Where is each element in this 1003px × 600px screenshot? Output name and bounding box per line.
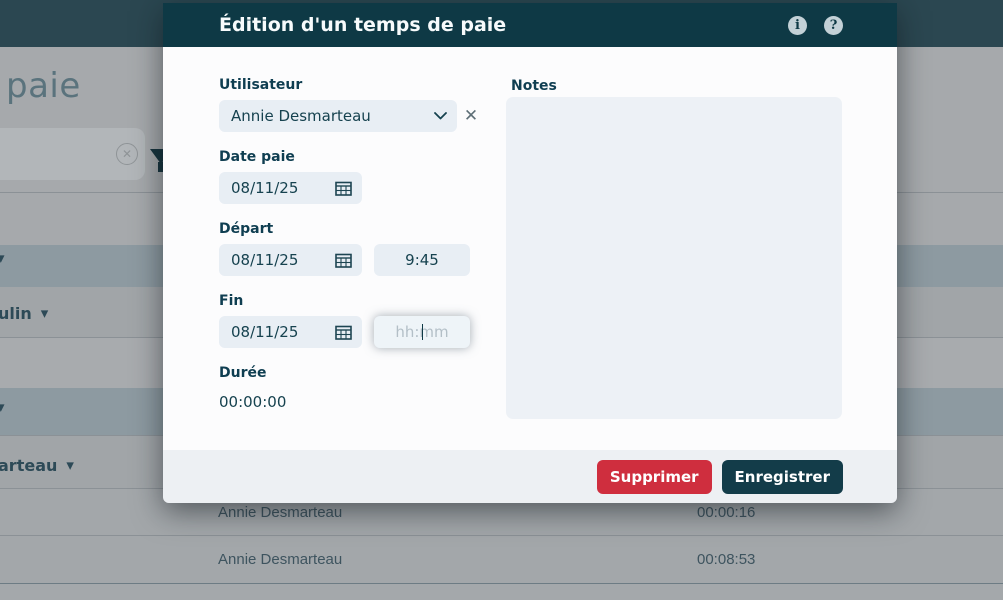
group-name-label: ulin [0,304,32,323]
dialog-body: Utilisateur Annie Desmarteau ✕ Date paie… [163,47,897,450]
text-cursor [422,324,423,340]
start-time-input[interactable]: 9:45 [374,244,470,276]
chevron-down-icon [434,112,447,120]
start-date-value: 08/11/25 [231,251,298,269]
start-label: Départ [219,221,273,237]
notes-label: Notes [511,78,557,94]
notes-textarea[interactable] [506,97,842,419]
caret-down-icon[interactable]: ▾ [66,458,74,473]
start-time-value: 9:45 [405,251,439,269]
row-duration: 00:00:16 [697,504,755,521]
table-row[interactable]: Annie Desmarteau 00:08:53 [0,536,1003,583]
dialog-header: Édition d'un temps de paie i ? [163,3,897,47]
group-name-label: arteau [0,456,57,475]
caret-down-icon[interactable]: ▾ [0,251,5,266]
info-icon[interactable]: i [788,16,807,35]
delete-button[interactable]: Supprimer [597,460,712,494]
duration-label: Durée [219,365,266,381]
row-user-name: Annie Desmarteau [218,504,342,521]
pay-date-input[interactable]: 08/11/25 [219,172,362,204]
calendar-icon[interactable] [335,181,352,196]
row-user-name: Annie Desmarteau [218,551,342,568]
caret-down-icon[interactable]: ▾ [0,400,5,415]
search-clear-icon[interactable]: ✕ [116,143,138,165]
save-button[interactable]: Enregistrer [722,460,843,494]
edit-pay-time-dialog: Édition d'un temps de paie i ? Utilisate… [163,3,897,503]
dialog-title: Édition d'un temps de paie [219,14,506,36]
end-date-input[interactable]: 08/11/25 [219,316,362,348]
user-label: Utilisateur [219,77,302,93]
dialog-footer: Supprimer Enregistrer [163,450,897,503]
duration-value: 00:00:00 [219,393,286,411]
calendar-icon[interactable] [335,253,352,268]
screen: paie ✕ ▾ ulin ▾ ▾ arteau ▾ [0,0,1003,600]
end-label: Fin [219,293,243,309]
calendar-icon[interactable] [335,325,352,340]
user-select[interactable]: Annie Desmarteau [219,100,457,132]
page-title: paie [6,66,81,106]
start-date-input[interactable]: 08/11/25 [219,244,362,276]
caret-down-icon[interactable]: ▾ [41,306,49,321]
end-date-value: 08/11/25 [231,323,298,341]
user-select-value: Annie Desmarteau [231,107,434,125]
help-icon[interactable]: ? [824,16,843,35]
row-duration: 00:08:53 [697,551,755,568]
user-clear-icon[interactable]: ✕ [462,107,480,125]
pay-date-value: 08/11/25 [231,179,298,197]
pay-date-label: Date paie [219,149,295,165]
end-time-input[interactable]: hh:mm [374,316,470,348]
table-footer-strip [0,584,1003,600]
